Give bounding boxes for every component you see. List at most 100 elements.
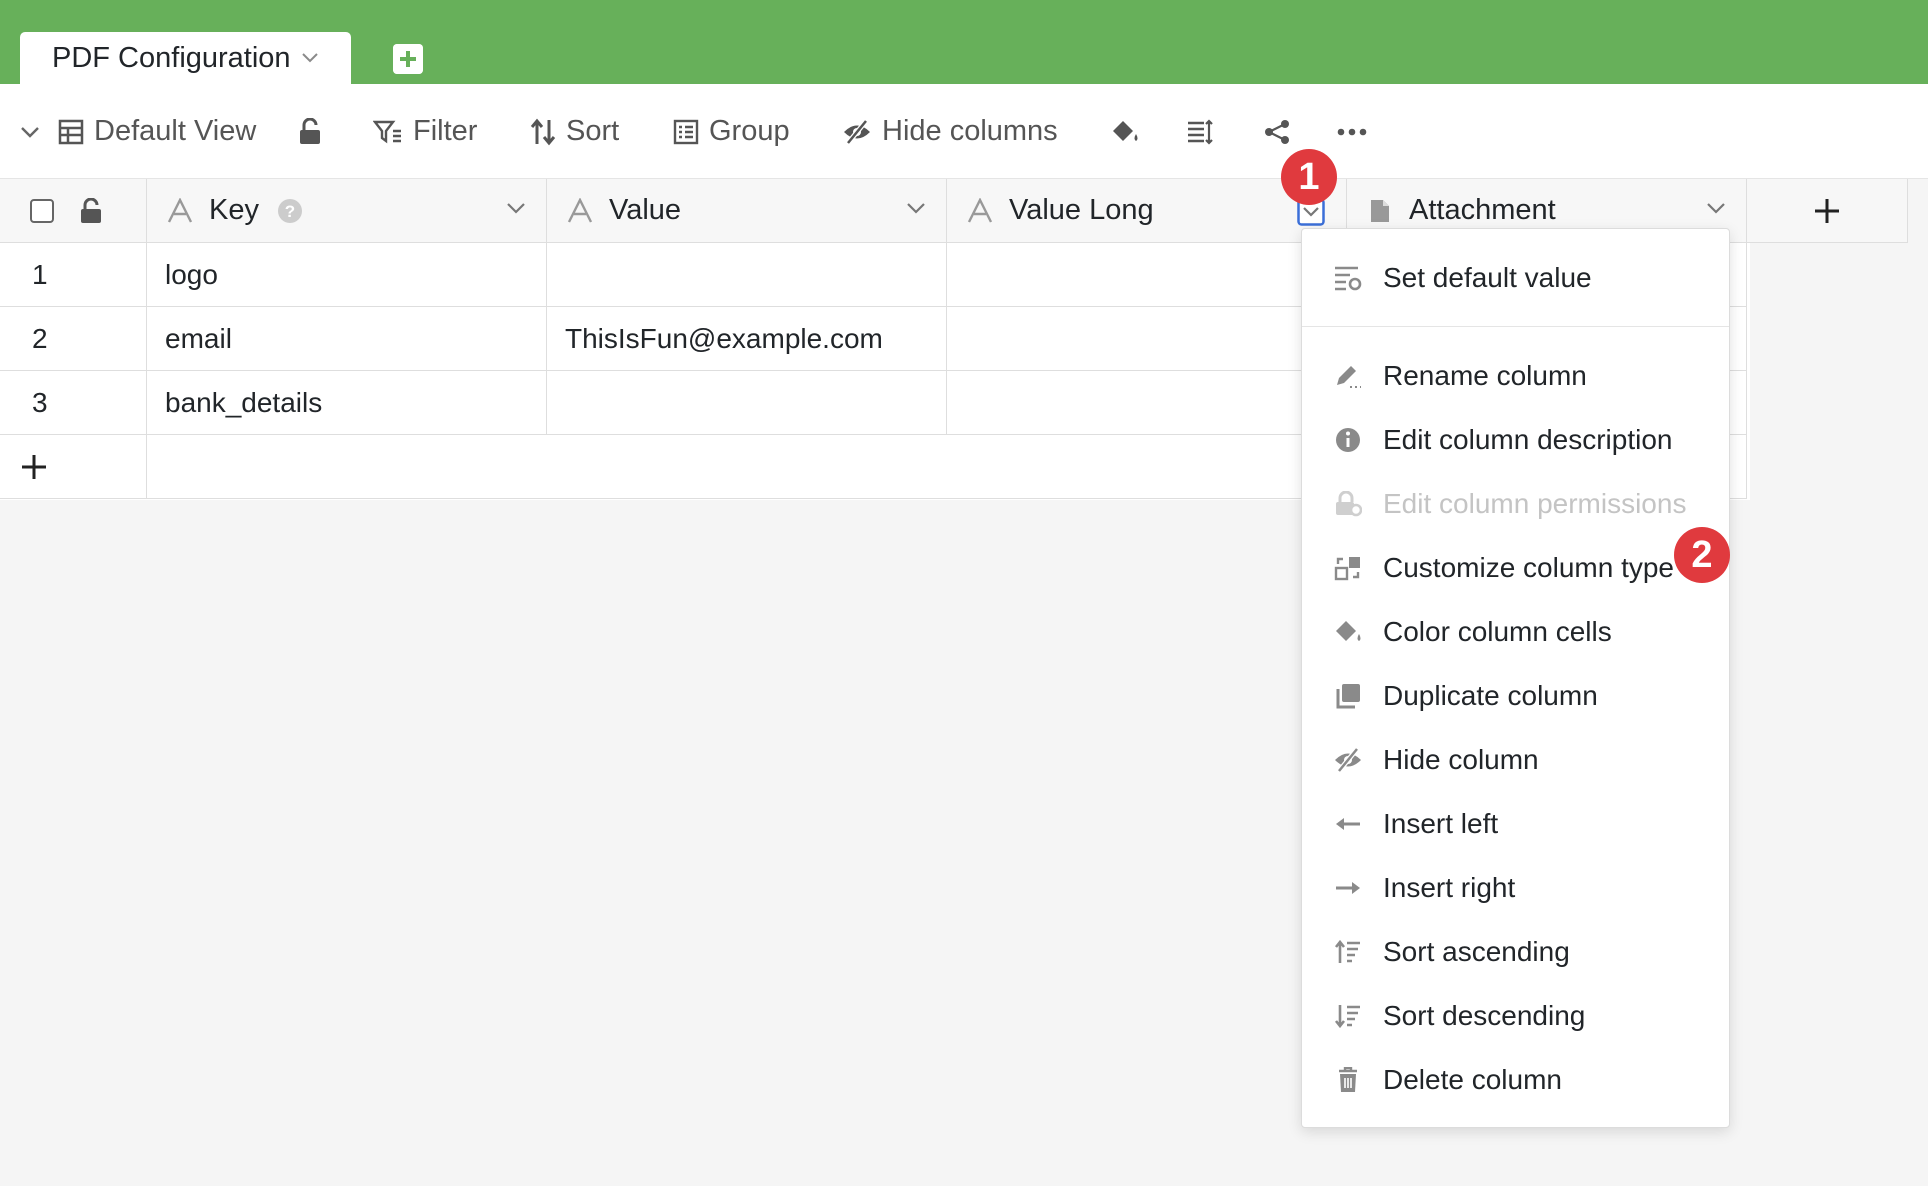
value-cell[interactable] <box>547 371 947 435</box>
lock-gear-icon <box>1336 491 1362 517</box>
view-lock-button[interactable] <box>298 84 322 179</box>
trash-icon <box>1339 1067 1357 1092</box>
sort-ascending-icon <box>1334 939 1360 963</box>
add-table-icon[interactable] <box>393 44 423 74</box>
row-color-button[interactable] <box>1110 84 1140 179</box>
chevron-down-icon[interactable] <box>506 201 526 215</box>
group-icon <box>673 119 699 144</box>
chevron-down-icon[interactable] <box>301 52 319 64</box>
select-all-header <box>0 179 147 243</box>
sort-descending-icon <box>1334 1005 1360 1029</box>
share-icon <box>1265 119 1289 144</box>
arrow-left-icon <box>1336 818 1360 830</box>
sort-button[interactable]: Sort <box>530 84 619 179</box>
column-name: Value <box>609 194 682 226</box>
view-switcher[interactable]: Default View <box>20 84 256 179</box>
plus-icon <box>22 454 46 479</box>
sort-label: Sort <box>566 115 620 147</box>
duplicate-icon <box>1336 684 1360 709</box>
menu-item-label: Customize column type <box>1383 552 1675 583</box>
value-long-cell[interactable] <box>947 371 1347 435</box>
file-icon <box>1371 199 1389 222</box>
annotation-badge-2: 2 <box>1674 527 1730 583</box>
text-type-icon <box>967 197 993 223</box>
help-icon[interactable]: ? <box>277 198 303 224</box>
column-header-value[interactable]: Value <box>547 179 947 243</box>
column-type-icon <box>1334 557 1360 581</box>
column-header-key[interactable]: Key ? <box>147 179 547 243</box>
key-cell[interactable]: bank_details <box>147 371 547 435</box>
menu-item-sort-descending[interactable]: Sort descending <box>1302 986 1729 1046</box>
filter-icon <box>373 120 401 143</box>
menu-item-color-column-cells[interactable]: Color column cells <box>1302 602 1729 662</box>
menu-item-edit-column-permissions: Edit column permissions <box>1302 474 1729 534</box>
menu-divider <box>1302 326 1729 327</box>
menu-item-sort-ascending[interactable]: Sort ascending <box>1302 922 1729 982</box>
pencil-icon <box>1337 366 1361 388</box>
row-number[interactable]: 1 <box>0 243 147 307</box>
menu-item-label: Edit column permissions <box>1383 488 1687 519</box>
default-value-icon <box>1335 266 1362 291</box>
plus-icon <box>1815 198 1839 223</box>
menu-item-duplicate-column[interactable]: Duplicate column <box>1302 666 1729 726</box>
column-name: Key <box>209 194 259 226</box>
menu-item-label: Edit column description <box>1383 424 1673 455</box>
svg-text:?: ? <box>285 202 295 221</box>
menu-item-insert-right[interactable]: Insert right <box>1302 858 1729 918</box>
menu-item-label: Hide column <box>1383 744 1539 775</box>
column-context-menu: Set default value Rename column Edit col… <box>1301 228 1730 1128</box>
value-cell[interactable] <box>547 243 947 307</box>
menu-item-rename-column[interactable]: Rename column <box>1302 346 1729 406</box>
menu-item-label: Rename column <box>1383 360 1587 391</box>
more-options-button[interactable] <box>1337 84 1367 179</box>
view-name: Default View <box>94 115 257 147</box>
eye-off-icon <box>844 118 870 145</box>
unlock-icon <box>300 117 320 144</box>
add-row-button[interactable] <box>0 435 147 499</box>
unlock-icon[interactable] <box>80 197 102 224</box>
view-toolbar: Default View Filter Sort Group Hide colu… <box>0 84 1928 179</box>
menu-item-customize-column-type[interactable]: Customize column type <box>1302 538 1729 598</box>
row-height-icon <box>1188 118 1213 145</box>
column-name: Value Long <box>1009 194 1154 226</box>
value-long-cell[interactable] <box>947 243 1347 307</box>
paint-bucket-icon <box>1336 621 1361 641</box>
table-tab[interactable]: PDF Configuration <box>20 32 351 84</box>
menu-item-label: Set default value <box>1383 262 1592 293</box>
value-cell[interactable]: ThisIsFun@example.com <box>547 307 947 371</box>
value-long-cell[interactable] <box>947 307 1347 371</box>
row-height-button[interactable] <box>1186 84 1214 179</box>
menu-item-label: Delete column <box>1383 1064 1562 1095</box>
more-horizontal-icon <box>1337 128 1367 135</box>
eye-off-icon <box>1335 747 1361 773</box>
row-number[interactable]: 3 <box>0 371 147 435</box>
annotation-badge-1: 1 <box>1281 149 1337 205</box>
key-cell[interactable]: email <box>147 307 547 371</box>
menu-item-label: Color column cells <box>1383 616 1612 647</box>
row-number[interactable]: 2 <box>0 307 147 371</box>
select-all-checkbox[interactable] <box>29 198 55 224</box>
add-column-button[interactable] <box>1747 179 1908 243</box>
menu-item-label: Insert left <box>1383 808 1499 839</box>
filter-label: Filter <box>413 115 478 147</box>
arrow-right-icon <box>1336 882 1360 894</box>
group-label: Group <box>709 115 790 147</box>
chevron-down-icon[interactable] <box>906 201 926 215</box>
key-cell[interactable]: logo <box>147 243 547 307</box>
menu-item-label: Duplicate column <box>1383 680 1598 711</box>
menu-item-label: Sort descending <box>1383 1000 1586 1031</box>
chevron-down-icon[interactable] <box>20 125 40 139</box>
menu-item-insert-left[interactable]: Insert left <box>1302 794 1729 854</box>
hide-columns-button[interactable]: Hide columns <box>842 84 1058 179</box>
text-type-icon <box>167 197 193 223</box>
group-button[interactable]: Group <box>673 84 790 179</box>
menu-item-hide-column[interactable]: Hide column <box>1302 730 1729 790</box>
hide-columns-label: Hide columns <box>882 115 1058 147</box>
info-icon <box>1336 428 1360 452</box>
sort-icon <box>530 118 556 145</box>
menu-item-delete-column[interactable]: Delete column <box>1302 1050 1729 1110</box>
filter-button[interactable]: Filter <box>373 84 477 179</box>
chevron-down-icon[interactable] <box>1706 201 1726 215</box>
menu-item-edit-column-description[interactable]: Edit column description <box>1302 410 1729 470</box>
menu-item-set-default-value[interactable]: Set default value <box>1302 248 1729 308</box>
